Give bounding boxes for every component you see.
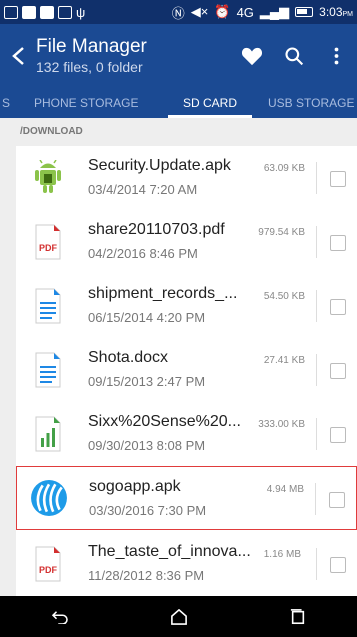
android-icon [35,160,61,193]
tab-sd-card[interactable]: SD CARD [183,88,237,118]
sogo-app-icon [31,480,67,516]
list-item[interactable]: Shota.docx 09/15/2013 2:47 PM 27.41 KB [16,338,357,402]
list-item[interactable]: shipment_records_... 06/15/2014 4:20 PM … [16,274,357,338]
file-size: 333.00 KB [258,419,305,430]
file-name: shipment_records_... [88,285,238,302]
chevron-left-icon [12,47,24,65]
list-item[interactable]: Security.Update.apk 03/4/2014 7:20 AM 63… [16,146,357,210]
svg-text:PDF: PDF [39,565,58,575]
pdf-icon: PDF [35,546,61,582]
file-name: sogoapp.apk [89,478,181,495]
file-size: 1.16 MB [263,549,301,560]
file-size: 63.09 KB [263,163,305,174]
more-options-button[interactable] [315,32,357,80]
status-bar: ψ Ⓝ ◀× ⏰ 4G ▂▄▆ 3:03PM [0,0,357,24]
signal-bars-icon: ▂▄▆ [259,4,290,19]
spreadsheet-icon [35,416,61,452]
file-date: 03/30/2016 7:30 PM [89,503,207,518]
file-name: share20110703.pdf [88,221,225,238]
usb-icon: ψ [76,4,86,20]
divider [316,162,317,194]
search-button[interactable] [273,32,315,80]
tab-phone-storage[interactable]: PHONE STORAGE [34,88,138,118]
file-date: 04/2/2016 8:46 PM [88,246,198,261]
storage-tabs: S PHONE STORAGE SD CARD USB STORAGE [0,88,357,118]
select-checkbox[interactable] [330,557,346,573]
heart-icon [241,47,263,66]
more-vert-icon [334,47,338,65]
app-notification-icon [22,5,36,19]
divider [316,418,317,450]
file-date: 09/30/2013 8:08 PM [88,438,206,453]
file-list: Security.Update.apk 03/4/2014 7:20 AM 63… [16,146,357,596]
document-icon [35,288,61,324]
favorite-button[interactable] [231,32,273,80]
select-checkbox[interactable] [330,171,346,187]
message-notification-icon [40,5,54,19]
status-time: 3:03PM [319,5,353,19]
file-name: Shota.docx [88,349,169,366]
select-checkbox[interactable] [330,299,346,315]
gallery-notification-icon [4,5,18,19]
battery-icon [295,7,314,17]
file-date: 06/15/2014 4:20 PM [88,310,206,325]
recent-apps-button[interactable] [278,602,318,632]
tab-partial[interactable]: S [2,88,10,118]
back-nav-button[interactable] [40,602,80,632]
pdf-icon: PDF [35,224,61,260]
divider [315,483,316,515]
search-icon [285,47,304,66]
file-name: The_taste_of_innova... [88,543,251,560]
select-checkbox[interactable] [330,235,346,251]
back-button[interactable] [0,24,36,88]
navigation-bar [0,596,357,637]
file-name: Sixx%20Sense%20... [88,413,241,430]
divider [316,290,317,322]
divider [316,226,317,258]
select-checkbox[interactable] [329,492,345,508]
file-size: 54.50 KB [263,291,305,302]
divider [316,548,317,580]
app-title: File Manager [36,36,147,57]
select-checkbox[interactable] [330,427,346,443]
code-notification-icon [58,5,72,19]
alarm-icon: ⏰ [214,4,231,19]
file-date: 03/4/2014 7:20 AM [88,182,198,197]
nfc-icon: Ⓝ [171,5,185,21]
file-date: 11/28/2012 8:36 PM [88,568,205,583]
tab-usb-storage[interactable]: USB STORAGE [268,88,354,118]
document-icon [35,352,61,388]
list-item[interactable]: PDF share20110703.pdf 04/2/2016 8:46 PM … [16,210,357,274]
svg-text:PDF: PDF [39,243,58,253]
4g-signal-icon: 4G [236,4,254,20]
file-size: 27.41 KB [263,355,305,366]
file-size: 979.54 KB [258,227,305,238]
file-date: 09/15/2013 2:47 PM [88,374,206,389]
list-item-selected[interactable]: sogoapp.apk 03/30/2016 7:30 PM 4.94 MB [16,466,357,530]
mute-icon: ◀× [190,4,209,19]
app-bar: File Manager 132 files, 0 folder [0,24,357,88]
file-name: Security.Update.apk [88,157,231,174]
divider [316,354,317,386]
home-button[interactable] [159,602,199,632]
file-count: 132 files, 0 folder [36,59,143,75]
current-path: /DOWNLOAD [0,118,357,144]
home-icon [170,608,187,625]
select-checkbox[interactable] [330,363,346,379]
recent-apps-icon [290,608,304,624]
back-arrow-icon [51,610,68,624]
list-item[interactable]: PDF The_taste_of_innova... 11/28/2012 8:… [16,532,357,596]
list-item[interactable]: Sixx%20Sense%20... 09/30/2013 8:08 PM 33… [16,402,357,466]
file-size: 4.94 MB [266,484,304,495]
